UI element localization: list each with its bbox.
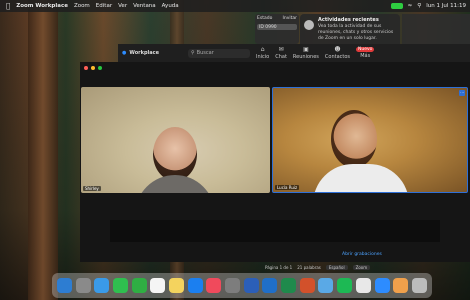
- menu-bar:  Zoom Workplace Zoom Editar Ver Ventana…: [0, 0, 470, 12]
- preview-icon[interactable]: [318, 278, 334, 293]
- facetime-icon[interactable]: [131, 278, 147, 293]
- status-words: 21 palabras: [297, 265, 321, 270]
- status-page: Página 1 de 1: [265, 265, 293, 270]
- meeting-window: Shirley ⋯ Lucía Ruiz Abrir grabaciones P…: [80, 62, 470, 270]
- search-icon: ⚲: [191, 50, 195, 56]
- participant-body: [313, 164, 409, 192]
- menu-item-window[interactable]: Ventana: [133, 3, 156, 9]
- search-icon[interactable]: ⚲: [417, 3, 421, 9]
- menu-item-view[interactable]: Ver: [118, 3, 127, 9]
- contacts-icon: ☻: [334, 46, 341, 53]
- spotify-icon[interactable]: [337, 278, 353, 293]
- meeting-bottom-area: [110, 220, 440, 242]
- tab-meetings[interactable]: ▣ Reuniones: [293, 46, 319, 60]
- chrome-icon[interactable]: [355, 278, 371, 293]
- status-panel: Estado Invitar ID 0990: [255, 14, 299, 44]
- tab-chat[interactable]: ✉ Chat: [275, 46, 287, 60]
- notification-popup[interactable]: Actividades recientes Vea toda la activi…: [300, 14, 400, 48]
- powerpoint-icon[interactable]: [299, 278, 315, 293]
- zoom-logo-icon: ●: [122, 50, 127, 56]
- zoom-app-title: Workplace: [129, 50, 159, 56]
- messages-icon[interactable]: [112, 278, 128, 293]
- status-app[interactable]: Zoom: [352, 265, 371, 270]
- tab-more-label: Más: [360, 53, 371, 59]
- calendar-icon[interactable]: [150, 278, 166, 293]
- menu-item-zoom[interactable]: Zoom: [74, 3, 90, 9]
- status-panel-field[interactable]: ID 0990: [257, 24, 297, 30]
- zoom-icon[interactable]: [374, 278, 390, 293]
- notification-body: Vea toda la actividad de sus reuniones, …: [318, 24, 394, 41]
- home-icon: ⌂: [260, 46, 265, 53]
- window-controls: [84, 66, 102, 70]
- wifi-icon[interactable]: ≈: [408, 3, 413, 9]
- launchpad-icon[interactable]: [75, 278, 91, 293]
- participant-avatar: [331, 110, 377, 168]
- photos-icon[interactable]: [393, 278, 409, 293]
- search-input[interactable]: ⚲ Buscar: [188, 48, 250, 58]
- notification-icon: [304, 20, 314, 30]
- trash-icon[interactable]: [411, 278, 427, 293]
- tab-contacts-label: Contactos: [324, 54, 351, 60]
- menu-app-name[interactable]: Zoom Workplace: [16, 3, 68, 9]
- safari-icon[interactable]: [94, 278, 110, 293]
- outlook-icon[interactable]: [262, 278, 278, 293]
- new-badge: Nuevo: [356, 47, 375, 52]
- tab-chat-label: Chat: [275, 54, 287, 60]
- tile-options-icon[interactable]: ⋯: [459, 90, 465, 96]
- finder-icon[interactable]: [56, 278, 72, 293]
- participant-video-tile[interactable]: Shirley: [81, 87, 270, 193]
- tab-home-label: Inicio: [256, 54, 270, 60]
- chat-icon: ✉: [278, 46, 284, 53]
- participant-video-tile-active[interactable]: ⋯ Lucía Ruiz: [272, 87, 468, 193]
- menu-item-edit[interactable]: Editar: [96, 3, 112, 9]
- status-panel-title: Estado: [257, 16, 273, 21]
- tab-contacts[interactable]: ☻ Contactos: [325, 46, 350, 60]
- wallpaper-tree-trunk: [28, 0, 58, 300]
- status-language[interactable]: Español: [325, 265, 348, 270]
- settings-icon[interactable]: [225, 278, 241, 293]
- zoom-toolbar: ● Workplace ⚲ Buscar ⌂ Inicio ✉ Chat ▣ R…: [118, 44, 470, 62]
- notification-title: Actividades recientes: [318, 17, 379, 23]
- minimize-window-button[interactable]: [91, 66, 95, 70]
- notes-icon[interactable]: [168, 278, 184, 293]
- music-icon[interactable]: [206, 278, 222, 293]
- menu-item-help[interactable]: Ayuda: [162, 3, 179, 9]
- participant-name-tag: Shirley: [83, 186, 101, 191]
- participant-name-tag: Lucía Ruiz: [275, 185, 300, 190]
- word-icon[interactable]: [243, 278, 259, 293]
- app-store-icon[interactable]: [187, 278, 203, 293]
- zoom-status-icon[interactable]: [390, 3, 403, 9]
- tab-meetings-label: Reuniones: [292, 54, 319, 60]
- participant-body: [135, 175, 215, 193]
- participant-avatar: [153, 127, 197, 181]
- status-panel-invite[interactable]: Invitar: [283, 16, 297, 21]
- tab-more[interactable]: Nuevo Más: [356, 47, 375, 59]
- tab-home[interactable]: ⌂ Inicio: [256, 46, 269, 60]
- meetings-icon: ▣: [303, 46, 309, 53]
- open-recordings-link[interactable]: Abrir grabaciones: [342, 252, 382, 257]
- maximize-window-button[interactable]: [98, 66, 102, 70]
- apple-icon[interactable]: : [6, 2, 10, 10]
- dock: [52, 273, 432, 298]
- menu-clock[interactable]: lun 1 Jul 11:19: [426, 3, 466, 9]
- close-window-button[interactable]: [84, 66, 88, 70]
- status-bar: Página 1 de 1 21 palabras Español Zoom: [265, 265, 371, 270]
- search-placeholder: Buscar: [196, 50, 214, 56]
- excel-icon[interactable]: [281, 278, 297, 293]
